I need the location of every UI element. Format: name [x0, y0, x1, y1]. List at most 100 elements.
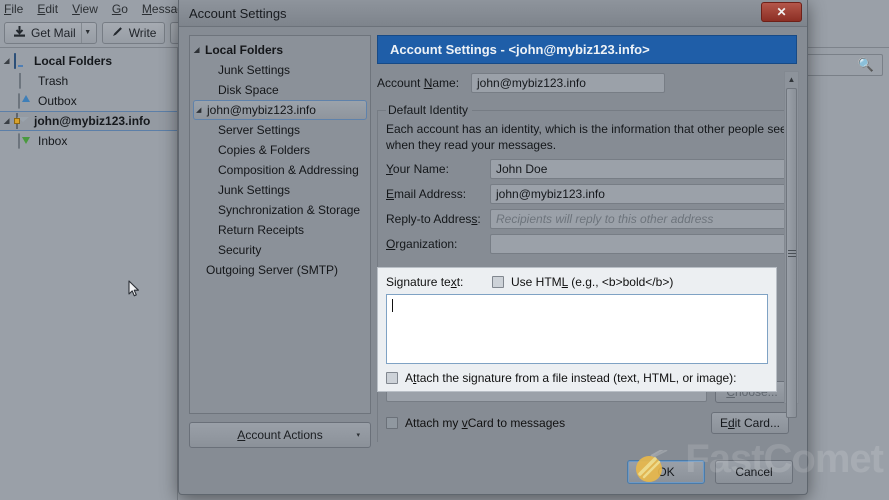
write-label: Write — [128, 25, 157, 40]
scroll-up-arrow-icon[interactable]: ▲ — [785, 72, 798, 86]
tree-item-label: Outgoing Server (SMTP) — [206, 263, 339, 277]
folder-row-account[interactable]: ◢ john@mybiz123.info — [0, 111, 177, 131]
account-name-row: Account Name: john@mybiz123.info — [377, 73, 797, 93]
account-envelope-icon — [14, 113, 30, 129]
get-mail-button[interactable]: Get Mail ▼ — [4, 21, 97, 44]
twisty-icon[interactable]: ◢ — [194, 46, 205, 54]
use-html-label: Use HTML (e.g., <b>bold</b>) — [511, 275, 674, 289]
organization-row: Organization: — [386, 234, 789, 254]
dialog-footer: OK Cancel — [179, 454, 807, 494]
settings-tree-column: ◢ Local Folders Junk Settings Disk Space… — [189, 35, 371, 448]
get-mail-label: Get Mail — [31, 25, 76, 40]
write-button[interactable]: Write — [101, 21, 166, 44]
folder-label: Inbox — [38, 134, 68, 148]
folder-row-outbox[interactable]: Outbox — [0, 91, 177, 111]
tree-item-label: Return Receipts — [218, 223, 305, 237]
tree-item-label: Composition & Addressing — [218, 163, 359, 177]
signature-section: Signature text: Use HTML (e.g., <b>bold<… — [377, 267, 777, 392]
chevron-down-icon[interactable]: ▾ — [356, 431, 360, 439]
email-address-label: Email Address: — [386, 187, 467, 201]
reply-to-label: Reply-to Address: — [386, 212, 481, 226]
pencil-icon — [111, 25, 124, 41]
menu-item-edit[interactable]: Edit — [37, 2, 58, 16]
use-html-checkbox[interactable] — [492, 276, 504, 288]
account-name-input[interactable]: john@mybiz123.info — [471, 73, 665, 93]
dialog-scrollbar[interactable]: ▲ ▼ — [784, 71, 799, 418]
tree-item-label: Copies & Folders — [218, 143, 311, 157]
cancel-button[interactable]: Cancel — [715, 460, 793, 484]
vcard-checkbox[interactable] — [386, 417, 398, 429]
tree-item-label: Local Folders — [205, 43, 284, 57]
your-name-label: Your Name: — [386, 162, 449, 176]
default-identity-description: Each account has an identity, which is t… — [386, 122, 787, 152]
scrollbar-grip-icon — [787, 249, 796, 257]
ok-button[interactable]: OK — [627, 460, 705, 484]
tree-item-disk-space[interactable]: Disk Space — [192, 80, 368, 100]
account-settings-panel: Account Settings - <john@mybiz123.info> … — [377, 35, 801, 448]
account-name-label: Account Name: — [377, 76, 460, 90]
menu-item-go[interactable]: Go — [112, 2, 128, 16]
signature-text-label: Signature text: — [386, 275, 464, 289]
tree-item-local-folders[interactable]: ◢ Local Folders — [192, 40, 368, 60]
signature-header-row: Signature text: Use HTML (e.g., <b>bold<… — [386, 275, 768, 289]
tree-item-label: john@mybiz123.info — [207, 103, 316, 117]
tree-item-return-receipts[interactable]: Return Receipts — [192, 220, 368, 240]
tree-item-junk-settings[interactable]: Junk Settings — [192, 180, 368, 200]
dialog-titlebar[interactable]: Account Settings ✕ — [179, 0, 807, 27]
monitor-icon — [14, 53, 30, 69]
scrollbar-thumb[interactable] — [786, 88, 797, 418]
vcard-label: Attach my vCard to messages — [405, 416, 566, 430]
settings-tree: ◢ Local Folders Junk Settings Disk Space… — [189, 35, 371, 414]
account-actions-label: Account Actions — [237, 428, 323, 442]
email-address-input[interactable]: john@mybiz123.info — [490, 184, 789, 204]
dialog-body: ◢ Local Folders Junk Settings Disk Space… — [179, 27, 807, 454]
reply-to-row: Reply-to Address: Recipients will reply … — [386, 209, 789, 229]
edit-card-button[interactable]: Ed it Card... — [710, 412, 789, 434]
signature-textarea[interactable] — [386, 294, 768, 364]
email-address-row: Email Address: john@mybiz123.info — [386, 184, 789, 204]
search-icon: 🔍 — [857, 57, 874, 72]
outbox-icon — [18, 93, 34, 109]
menu-item-view[interactable]: View — [72, 2, 98, 16]
vcard-row: Attach my vCard to messages Ed it Card... — [386, 412, 789, 434]
folder-pane: ◢ Local Folders Trash Outbox ◢ john@mybi… — [0, 48, 178, 500]
attach-signature-checkbox[interactable] — [386, 372, 398, 384]
dialog-title: Account Settings — [189, 5, 287, 21]
account-actions-button[interactable]: Account Actions ▾ — [189, 422, 371, 448]
tree-item-label: Junk Settings — [218, 183, 291, 197]
tree-item-label: Server Settings — [218, 123, 301, 137]
folder-row-local-folders[interactable]: ◢ Local Folders — [0, 51, 177, 71]
folder-label: Outbox — [38, 94, 77, 108]
menu-item-file[interactable]: File — [4, 2, 23, 16]
panel-title: Account Settings - <john@mybiz123.info> — [377, 35, 797, 64]
tree-item-security[interactable]: Security — [192, 240, 368, 260]
tree-item-account[interactable]: ◢ john@mybiz123.info — [193, 100, 367, 120]
your-name-input[interactable]: John Doe — [490, 159, 789, 179]
reply-to-input[interactable]: Recipients will reply to this other addr… — [490, 209, 789, 229]
folder-row-trash[interactable]: Trash — [0, 71, 177, 91]
tree-item-copies-folders[interactable]: Copies & Folders — [192, 140, 368, 160]
twisty-icon[interactable]: ◢ — [4, 118, 13, 125]
your-name-row: Your Name: John Doe — [386, 159, 789, 179]
tree-item-label: Disk Space — [218, 83, 279, 97]
get-mail-dropdown-arrow[interactable]: ▼ — [80, 22, 94, 43]
close-icon[interactable]: ✕ — [761, 2, 802, 22]
folder-row-inbox[interactable]: Inbox — [0, 131, 177, 151]
scrollbar-track[interactable] — [785, 86, 798, 418]
folder-label: Local Folders — [34, 54, 113, 68]
desktop: File Edit View Go Message Get Mail ▼ Wri… — [0, 0, 889, 500]
default-identity-legend: Default Identity — [388, 103, 469, 117]
folder-label: Trash — [38, 74, 69, 88]
twisty-icon[interactable]: ◢ — [4, 58, 13, 65]
trash-icon — [18, 73, 34, 89]
settings-content-column: Account Settings - <john@mybiz123.info> … — [377, 35, 801, 448]
tree-item-local-junk-settings[interactable]: Junk Settings — [192, 60, 368, 80]
twisty-icon[interactable]: ◢ — [196, 106, 207, 114]
organization-input[interactable] — [490, 234, 789, 254]
tree-item-composition-addressing[interactable]: Composition & Addressing — [192, 160, 368, 180]
tree-item-label: Junk Settings — [218, 63, 291, 77]
tree-item-outgoing-server-smtp[interactable]: Outgoing Server (SMTP) — [192, 260, 368, 280]
download-icon — [13, 25, 26, 41]
tree-item-server-settings[interactable]: Server Settings — [192, 120, 368, 140]
tree-item-synchronization-storage[interactable]: Synchronization & Storage — [192, 200, 368, 220]
